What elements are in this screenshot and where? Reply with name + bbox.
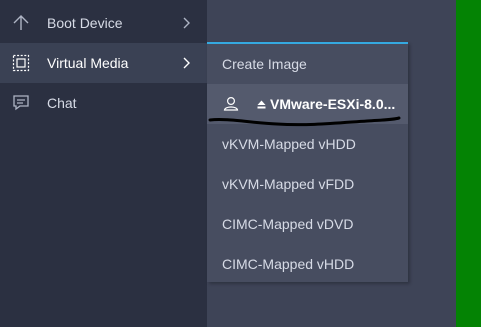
menu-item-label: Virtual Media bbox=[47, 55, 129, 71]
cimc-mapped-vdvd-item[interactable]: CIMC-Mapped vDVD bbox=[207, 204, 408, 244]
vkvm-mapped-vfdd-item[interactable]: vKVM-Mapped vFDD bbox=[207, 164, 408, 204]
submenu-item-label: CIMC-Mapped vDVD bbox=[222, 216, 354, 232]
submenu-item-label: vKVM-Mapped vHDD bbox=[222, 136, 356, 152]
cimc-mapped-vhdd-item[interactable]: CIMC-Mapped vHDD bbox=[207, 244, 408, 284]
vkvm-mapped-vhdd-item[interactable]: vKVM-Mapped vHDD bbox=[207, 124, 408, 164]
menu-item-boot-device[interactable]: Boot Device bbox=[0, 3, 207, 43]
virtual-media-icon bbox=[11, 53, 31, 73]
menu-item-virtual-media[interactable]: Virtual Media bbox=[0, 43, 207, 83]
submenu-item-label: Create Image bbox=[222, 56, 307, 72]
arrow-up-icon bbox=[11, 13, 31, 33]
mapped-image-item[interactable]: VMware-ESXi-8.0... bbox=[207, 84, 408, 124]
menu-item-label: Boot Device bbox=[47, 15, 123, 31]
virtual-media-submenu: Create Image VMware-ESXi-8.0... vKVM-Map… bbox=[207, 42, 408, 282]
left-menu: Boot Device Virtual Media Chat bbox=[0, 0, 207, 327]
chat-icon bbox=[11, 93, 31, 113]
user-icon bbox=[221, 94, 241, 114]
green-edge bbox=[456, 0, 481, 327]
menu-item-chat[interactable]: Chat bbox=[0, 83, 207, 123]
submenu-item-label: CIMC-Mapped vHDD bbox=[222, 256, 355, 272]
create-image-item[interactable]: Create Image bbox=[207, 44, 408, 84]
menu-item-label: Chat bbox=[47, 95, 77, 111]
submenu-item-label: vKVM-Mapped vFDD bbox=[222, 176, 355, 192]
eject-icon[interactable] bbox=[256, 99, 266, 109]
chevron-right-icon bbox=[180, 56, 194, 70]
mapped-image-label: VMware-ESXi-8.0... bbox=[270, 96, 396, 112]
chevron-right-icon bbox=[180, 16, 194, 30]
